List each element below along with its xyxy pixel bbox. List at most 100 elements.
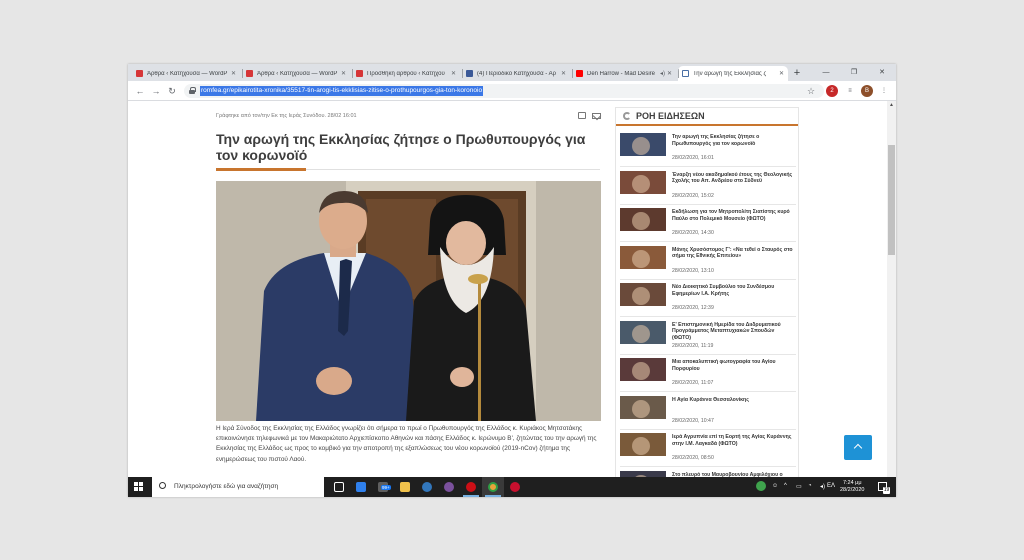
tab[interactable]: (4) Περιοδικό Κατηχούσα - Αρ ✕ xyxy=(462,66,570,81)
news-date: 28/02/2020, 11:19 xyxy=(672,342,714,349)
speaker-icon[interactable]: ◂) xyxy=(660,70,665,77)
news-thumbnail[interactable] xyxy=(620,208,666,231)
maximize-button[interactable]: ❐ xyxy=(840,64,868,81)
clock-date: 28/2/2020 xyxy=(840,487,865,493)
browser-toolbar: ← → ↻ romfea.gr/epikairotita-xronika/355… xyxy=(128,81,896,101)
windows-taskbar: Πληκτρολογήστε εδώ για αναζήτηση 99+ ☺ ^… xyxy=(128,477,896,497)
file-explorer-icon[interactable] xyxy=(394,477,416,497)
news-title[interactable]: Την αρωγή της Εκκλησίας ζήτησε ο Πρωθυπο… xyxy=(672,134,794,147)
news-item[interactable]: Μια αποκαλυπτική φωτογραφία του Αγίου Πο… xyxy=(620,355,796,392)
windows-start-icon[interactable] xyxy=(134,482,144,492)
article-title: Την αρωγή της Εκκλησίας ζήτησε ο Πρωθυπο… xyxy=(216,131,586,163)
volume-icon[interactable]: ◂) xyxy=(820,483,825,490)
scroll-up-arrow-icon[interactable]: ▲ xyxy=(887,101,896,110)
new-tab-button[interactable]: + xyxy=(790,66,804,80)
news-thumbnail[interactable] xyxy=(620,395,666,419)
back-button[interactable]: ← xyxy=(133,84,147,98)
battery-icon[interactable]: ▭ xyxy=(796,483,802,490)
profile-avatar[interactable]: B xyxy=(861,85,873,97)
news-title[interactable]: Εκδήλωση για τον Μητροπολίτη Σιατίστης κ… xyxy=(672,209,794,222)
opera-icon[interactable] xyxy=(460,477,482,497)
app-icon[interactable] xyxy=(504,477,526,497)
news-thumbnail[interactable] xyxy=(620,245,666,269)
close-icon[interactable]: ✕ xyxy=(667,70,672,77)
scrollbar[interactable]: ▲ ▼ xyxy=(887,101,896,497)
taskbar-clock[interactable]: 7:24 μμ 28/2/2020 xyxy=(840,480,864,494)
taskbar-app-badge[interactable]: 99+ xyxy=(372,477,394,497)
news-title[interactable]: Μια αποκαλυπτική φωτογραφία του Αγίου Πο… xyxy=(672,359,794,372)
scroll-thumb[interactable] xyxy=(888,145,895,255)
news-date: 28/02/2020, 10:47 xyxy=(672,417,714,424)
back-to-top-button[interactable] xyxy=(844,435,872,460)
close-icon[interactable]: ✕ xyxy=(779,70,784,77)
people-icon[interactable]: ☺ xyxy=(772,483,778,489)
tab[interactable]: Προσθήκη άρθρου ‹ Κατηχού ✕ xyxy=(352,66,460,81)
playlist-icon[interactable]: ≡ xyxy=(844,85,856,97)
news-item[interactable]: Η Αγία Κυράννα Θεσσαλονίκης 28/02/2020, 1… xyxy=(620,393,796,430)
news-thumbnail[interactable] xyxy=(620,283,666,306)
news-thumbnail[interactable] xyxy=(620,320,666,344)
news-date: 28/02/2020, 11:07 xyxy=(672,380,714,386)
bookmark-star-icon[interactable]: ☆ xyxy=(804,84,818,98)
youtube-icon xyxy=(576,70,583,77)
email-icon[interactable] xyxy=(592,113,601,119)
tab-active[interactable]: Την αρωγή της Εκκλησίας ζ ✕ xyxy=(678,66,788,81)
news-title[interactable]: Η Αγία Κυράννα Θεσσαλονίκης xyxy=(672,397,794,404)
print-icon[interactable] xyxy=(578,112,586,119)
tab[interactable]: Άρθρα ‹ Κατηχούσα — WordP ✕ xyxy=(132,66,240,81)
tab[interactable]: Den Harrow - Mad Desire ◂) ✕ xyxy=(572,66,676,81)
close-icon[interactable]: ✕ xyxy=(231,70,236,77)
extension-badge-icon[interactable]: 2 xyxy=(826,85,838,97)
article-photo xyxy=(216,181,601,421)
dropbox-icon[interactable] xyxy=(350,477,372,497)
news-item[interactable]: Ε' Επιστημονική Ημερίδα του Διιδρυματικο… xyxy=(620,318,796,355)
news-item[interactable]: Μάνης Χρυσόστομος Γ': «Να τεθεί ο Σταυρό… xyxy=(620,243,796,280)
close-icon[interactable]: ✕ xyxy=(561,70,566,77)
news-date: 28/02/2020, 08:50 xyxy=(672,455,714,461)
wordpress-icon xyxy=(136,70,143,77)
address-bar[interactable]: romfea.gr/epikairotita-xronika/35517-tin… xyxy=(184,84,824,98)
news-item[interactable]: Έναρξη νέου ακαδημαϊκού έτους της Θεολογ… xyxy=(620,168,796,205)
task-view-icon[interactable] xyxy=(328,477,350,497)
clock-time: 7:24 μμ xyxy=(842,480,862,486)
news-item[interactable]: Ιερά Αγρυπνία επί τη Εορτή της Αγίας Κυρ… xyxy=(620,430,796,467)
taskbar-search[interactable]: Πληκτρολογήστε εδώ για αναζήτηση xyxy=(152,477,324,497)
news-thumbnail[interactable] xyxy=(620,433,666,456)
article-photo-illustration xyxy=(216,181,601,421)
title-accent-bar xyxy=(216,168,306,171)
tray-app-icon[interactable] xyxy=(756,481,766,491)
news-title[interactable]: Έναρξη νέου ακαδημαϊκού έτους της Θεολογ… xyxy=(672,172,794,185)
news-title[interactable]: Νέο Διοικητικό Συμβούλιο του Συνδέσμου Ε… xyxy=(672,284,794,297)
news-thumbnail[interactable] xyxy=(620,170,666,194)
tab[interactable]: Άρθρα ‹ Κατηχούσα — WordP ✕ xyxy=(242,66,350,81)
edge-icon[interactable] xyxy=(416,477,438,497)
search-icon xyxy=(159,482,166,489)
news-title[interactable]: Μάνης Χρυσόστομος Γ': «Να τεθεί ο Σταυρό… xyxy=(672,247,794,260)
input-language[interactable]: ΕΛ xyxy=(827,483,835,489)
sidebar-header: ΡΟΗ ΕΙΔΗΣΕΩΝ xyxy=(616,108,798,126)
news-title[interactable]: Ιερά Αγρυπνία επί τη Εορτή της Αγίας Κυρ… xyxy=(672,434,794,447)
close-window-button[interactable]: ✕ xyxy=(868,64,896,81)
wordpress-icon xyxy=(246,70,253,77)
menu-icon[interactable]: ⋮ xyxy=(878,85,890,97)
news-item[interactable]: Την αρωγή της Εκκλησίας ζήτησε ο Πρωθυπο… xyxy=(620,130,796,167)
minimize-button[interactable]: — xyxy=(812,64,840,81)
forward-button[interactable]: → xyxy=(149,84,163,98)
news-thumbnail[interactable] xyxy=(620,358,666,381)
show-hidden-icons-icon[interactable]: ^ xyxy=(784,483,787,489)
tab-strip: Άρθρα ‹ Κατηχούσα — WordP ✕ Άρθρα ‹ Κατη… xyxy=(128,64,896,81)
news-item[interactable]: Νέο Διοικητικό Συμβούλιο του Συνδέσμου Ε… xyxy=(620,280,796,317)
title-divider xyxy=(306,169,600,170)
network-icon[interactable]: ◔ xyxy=(808,483,812,489)
chrome-icon[interactable] xyxy=(482,477,504,497)
lock-icon[interactable] xyxy=(189,87,196,94)
close-icon[interactable]: ✕ xyxy=(341,70,346,77)
viber-icon[interactable] xyxy=(438,477,460,497)
close-icon[interactable]: ✕ xyxy=(451,70,456,77)
url-text[interactable]: romfea.gr/epikairotita-xronika/35517-tin… xyxy=(200,86,484,96)
news-item[interactable]: Εκδήλωση για τον Μητροπολίτη Σιατίστης κ… xyxy=(620,205,796,242)
news-title[interactable]: Ε' Επιστημονική Ημερίδα του Διιδρυματικο… xyxy=(672,322,794,342)
reload-button[interactable]: ↻ xyxy=(165,84,179,98)
news-date: 28/02/2020, 13:10 xyxy=(672,267,714,274)
news-thumbnail[interactable] xyxy=(620,133,666,156)
